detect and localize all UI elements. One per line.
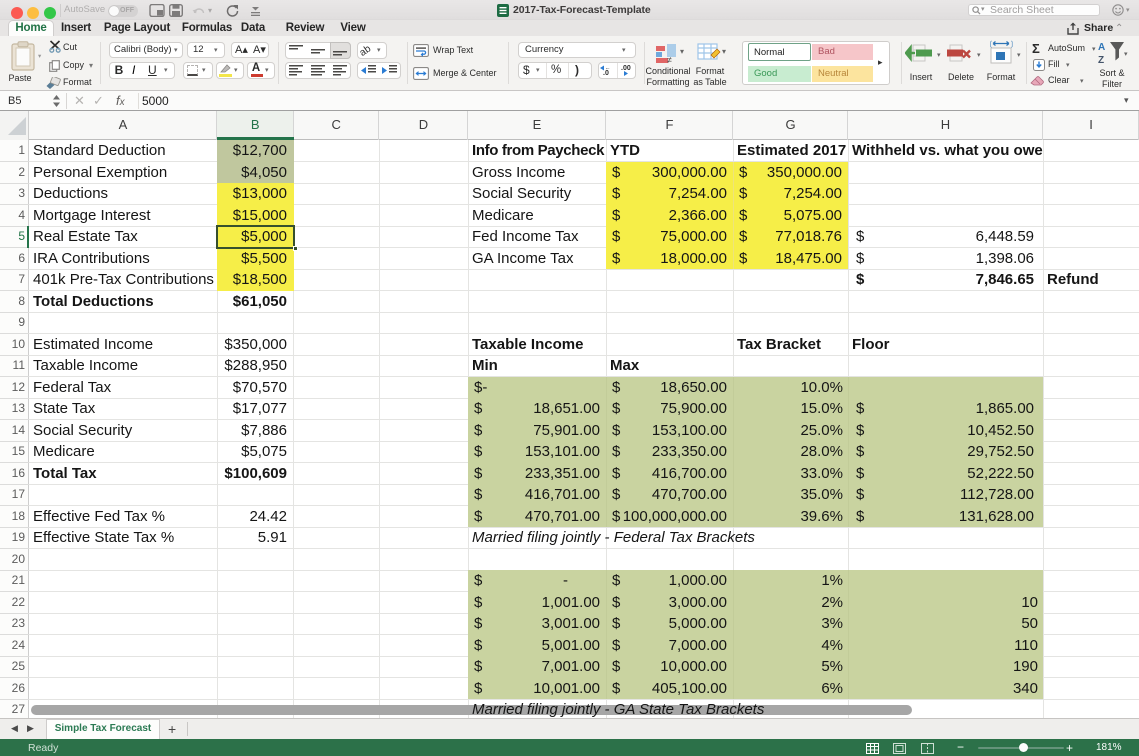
svg-text:❳: ❳ (1009, 40, 1014, 48)
svg-text:.00: .00 (621, 65, 631, 72)
svg-text:←: ← (605, 66, 611, 72)
svg-text:A: A (1098, 42, 1105, 53)
svg-text:≠: ≠ (667, 55, 672, 64)
svg-text:Z: Z (1098, 55, 1104, 65)
